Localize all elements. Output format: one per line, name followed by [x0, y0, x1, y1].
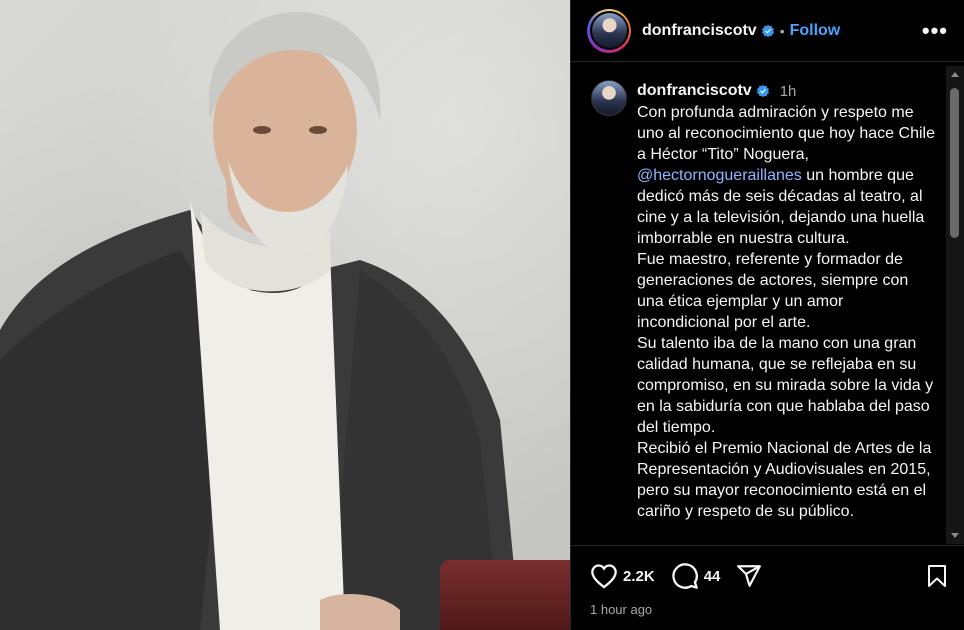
caption-username[interactable]: donfranciscotv: [637, 82, 752, 100]
separator-dot: •: [779, 22, 785, 39]
heart-icon[interactable]: [590, 563, 618, 589]
avatar: [591, 13, 627, 48]
story-avatar[interactable]: [587, 8, 631, 53]
more-icon[interactable]: •••: [922, 18, 948, 44]
bookmark-icon[interactable]: [925, 563, 949, 589]
caption-text-part: Con profunda admiración y respeto me uno…: [637, 104, 940, 163]
caption-avatar[interactable]: [591, 80, 627, 116]
comments-scroll-area[interactable]: donfranciscotv 1h Con profunda admiració…: [571, 66, 964, 544]
scroll-down-arrow[interactable]: [951, 533, 959, 538]
sofa: [440, 560, 570, 630]
scroll-up-arrow[interactable]: [951, 72, 959, 77]
post-image[interactable]: [0, 0, 570, 630]
caption-text-part: un hombre que dedicó más de seis décadas…: [637, 167, 934, 520]
verified-badge-icon: [761, 24, 774, 37]
follow-button[interactable]: Follow: [790, 22, 841, 40]
action-row: 2.2K 44: [571, 546, 964, 606]
header-username[interactable]: donfranciscotv: [642, 22, 757, 40]
caption-meta: donfranciscotv 1h: [637, 80, 937, 102]
like-count[interactable]: 2.2K: [623, 568, 655, 585]
post-timestamp[interactable]: 1 hour ago: [571, 602, 964, 617]
action-bar: 2.2K 44 1 hour ago: [571, 545, 964, 630]
mention-link[interactable]: @hectornogueraillanes: [637, 167, 802, 184]
post-panel: donfranciscotv • Follow ••• donfrancisco…: [570, 0, 964, 630]
portrait-figure: [0, 11, 520, 630]
caption: donfranciscotv 1h Con profunda admiració…: [571, 66, 964, 522]
share-icon[interactable]: [736, 563, 762, 589]
post-header: donfranciscotv • Follow •••: [571, 0, 964, 62]
comment-count[interactable]: 44: [704, 568, 721, 585]
scrollbar-thumb[interactable]: [950, 88, 959, 238]
caption-time[interactable]: 1h: [780, 83, 797, 100]
avatar-border: [589, 11, 629, 50]
verified-badge-icon: [756, 84, 769, 98]
comment-icon[interactable]: [671, 562, 699, 590]
caption-text: Con profunda admiración y respeto me uno…: [637, 102, 937, 522]
caption-body: donfranciscotv 1h Con profunda admiració…: [637, 80, 937, 522]
scrollbar[interactable]: [946, 66, 964, 544]
